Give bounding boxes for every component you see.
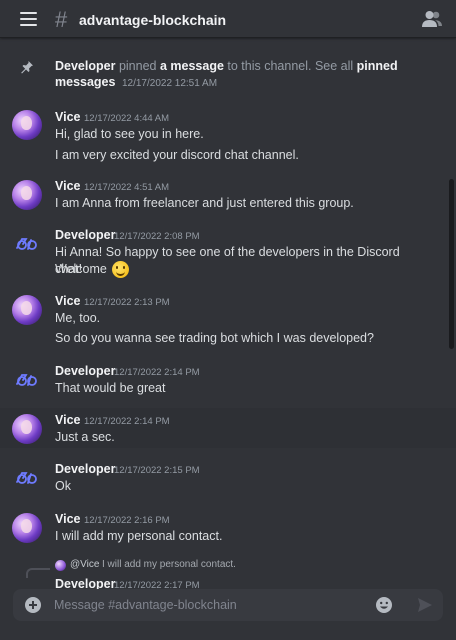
message-author[interactable]: Developer [55, 364, 115, 378]
message-item: Developer 12/17/2022 2:17 PM [0, 572, 456, 590]
message-item: Developer 12/17/2022 2:14 PM That would … [0, 357, 456, 402]
developer-avatar[interactable] [12, 365, 42, 395]
developer-logo-icon [16, 472, 37, 484]
message-text: Me, too. [55, 311, 101, 325]
reply-author[interactable]: @Vice [70, 559, 99, 570]
message-author[interactable]: Vice [55, 512, 81, 526]
message-timestamp: 12/17/2022 2:14 PM [84, 416, 170, 427]
vice-avatar[interactable] [12, 180, 42, 210]
message-timestamp: 12/17/2022 12:51 AM [121, 78, 218, 89]
message-item: Vice 12/17/2022 2:14 PM Just a sec. [0, 408, 456, 448]
system-actor[interactable]: Developer [55, 59, 115, 73]
message-text: Hi, glad to see you in here. [55, 127, 204, 141]
message-timestamp: 12/17/2022 2:15 PM [114, 465, 200, 476]
vice-avatar[interactable] [12, 295, 42, 325]
message-timestamp: 12/17/2022 2:13 PM [84, 297, 170, 308]
members-icon[interactable] [422, 10, 442, 28]
message-timestamp: 12/17/2022 2:14 PM [114, 367, 200, 378]
pin-system-message: Developer pinned a message to this chann… [0, 39, 456, 94]
message-timestamp: 12/17/2022 2:08 PM [114, 231, 200, 242]
message-text: I will add my personal contact. [55, 529, 223, 543]
message-text: Ok [55, 479, 71, 493]
developer-logo-icon [16, 238, 37, 250]
message-author[interactable]: Vice [55, 294, 81, 308]
developer-avatar[interactable] [12, 463, 42, 493]
message-item: Vice 12/17/2022 2:13 PM Me, too. So do y… [0, 287, 456, 352]
pin-icon [21, 61, 33, 74]
vice-avatar[interactable] [12, 513, 42, 543]
message-text: I am Anna from freelancer and just enter… [55, 196, 354, 210]
reply-avatar [55, 560, 66, 571]
message-text: I am very excited your discord chat chan… [55, 148, 299, 162]
message-list[interactable]: Developer pinned a message to this chann… [0, 39, 456, 590]
message-text-line: Welcome [55, 261, 425, 279]
message-author[interactable]: Vice [55, 110, 81, 124]
vice-avatar[interactable] [12, 414, 42, 444]
message-item: Vice 12/17/2022 2:16 PM I will add my pe… [0, 505, 456, 550]
developer-avatar[interactable] [12, 229, 42, 259]
message-author[interactable]: Vice [55, 413, 81, 427]
hamburger-menu-icon[interactable] [20, 12, 37, 26]
slightly-smiling-face-icon[interactable] [112, 261, 130, 279]
message-text: Welcome [55, 262, 107, 276]
system-text-before: pinned [118, 59, 157, 73]
scrollbar[interactable] [449, 179, 454, 349]
message-item: Developer 12/17/2022 2:15 PM Ok [0, 455, 456, 500]
reply-preview-text[interactable]: I will add my personal contact. [102, 559, 236, 570]
channel-hash-icon: # [55, 7, 68, 32]
message-author[interactable]: Vice [55, 179, 81, 193]
channel-title: advantage-blockchain [79, 12, 227, 28]
pinned-message-link[interactable]: a message [160, 59, 224, 73]
message-timestamp: 12/17/2022 4:51 AM [84, 182, 170, 193]
message-text: So do you wanna see trading bot which I … [55, 331, 374, 345]
channel-header: # advantage-blockchain [0, 0, 456, 38]
vice-avatar[interactable] [12, 110, 42, 140]
message-composer [13, 589, 443, 621]
developer-logo-icon [16, 374, 37, 386]
message-item: Developer 12/17/2022 2:08 PM Hi Anna! So… [0, 221, 456, 281]
message-item: Vice 12/17/2022 4:44 AM Hi, glad to see … [0, 102, 456, 167]
message-timestamp: 12/17/2022 4:44 AM [84, 113, 170, 124]
pin-system-text: Developer pinned a message to this chann… [55, 58, 425, 92]
system-text-after: to this channel. See all [227, 59, 354, 73]
add-attachment-icon[interactable] [25, 597, 41, 613]
message-text: Just a sec. [55, 430, 115, 444]
message-author[interactable]: Developer [55, 462, 115, 476]
message-timestamp: 12/17/2022 2:16 PM [84, 515, 170, 526]
message-author[interactable]: Developer [55, 228, 115, 242]
emoji-picker-icon[interactable] [375, 596, 393, 614]
message-input[interactable] [54, 595, 364, 615]
send-icon[interactable] [417, 597, 433, 613]
message-text: That would be great [55, 381, 166, 395]
message-item: Vice 12/17/2022 4:51 AM I am Anna from f… [0, 172, 456, 217]
